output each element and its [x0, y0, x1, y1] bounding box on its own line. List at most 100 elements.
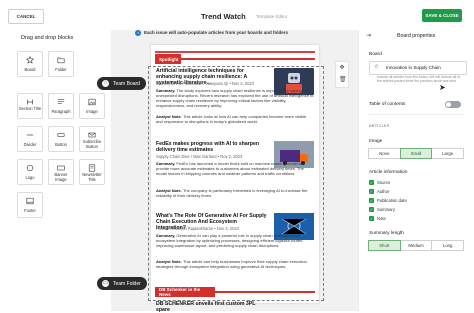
- article-summary: Summary. FedEx has launched a model that…: [156, 161, 304, 177]
- star-icon: [26, 56, 34, 64]
- team-board-chip: ☆ Team Board: [97, 77, 146, 90]
- checkbox-source[interactable]: ✓ Source: [369, 179, 390, 186]
- auto-populate-notice: Each issue will auto-populate articles f…: [144, 30, 289, 35]
- block-label: Footer: [24, 208, 36, 213]
- block-button[interactable]: Button: [48, 126, 74, 152]
- article-card[interactable]: FedEx makes progress with AI to sharpen …: [156, 141, 314, 211]
- article-card[interactable]: What's The Role Of Generative AI For Sup…: [156, 213, 314, 283]
- blocks-panel: Drag and drop blocks Board Folder Sectio…: [0, 30, 112, 311]
- summary-length-label: Summary length: [369, 231, 404, 236]
- block-paragraph[interactable]: Paragraph: [48, 93, 74, 119]
- article-summary: Summary. The study explores how supply c…: [156, 88, 314, 109]
- editor-canvas: i Each issue will auto-populate articles…: [111, 30, 358, 313]
- block-board[interactable]: Board: [17, 51, 43, 77]
- block-section-title[interactable]: Section Title: [17, 93, 43, 119]
- block-label: Divider: [23, 142, 37, 147]
- newsletter-document: Spotlight Artificial intelligence techni…: [150, 44, 320, 313]
- top-divider: [155, 51, 315, 53]
- team-folder-chip: ▭ Team Folder: [97, 277, 147, 290]
- page-title: Trend Watch: [201, 12, 246, 21]
- cancel-button[interactable]: CANCEL: [8, 9, 44, 24]
- articles-section-label: ARTICLES: [369, 123, 390, 128]
- checkbox-note[interactable]: ✓ Note: [369, 215, 386, 222]
- checkbox-author[interactable]: ✓ Author: [369, 188, 389, 195]
- block-label: Paragraph: [51, 109, 71, 114]
- article-card[interactable]: DB SCHENKER unveils first custom 3PL spa…: [156, 301, 314, 313]
- chip-label: Team Folder: [113, 280, 141, 287]
- block-label: Button: [55, 142, 67, 147]
- blocks-panel-title: Drag and drop blocks: [21, 35, 74, 41]
- image-option-none[interactable]: None: [368, 148, 401, 159]
- block-image[interactable]: Image: [79, 93, 105, 119]
- article-meta: Supply Chain Dive / Max Garland • Nov 2,…: [156, 154, 243, 159]
- image-size-selector: None Small Large: [368, 148, 465, 159]
- image-icon: [88, 98, 96, 106]
- summary-option-medium[interactable]: Medium: [399, 240, 433, 251]
- article-title[interactable]: FedEx makes progress with AI to sharpen …: [156, 141, 268, 153]
- block-label: Banner Image: [54, 172, 68, 182]
- board-label: Board: [369, 52, 382, 57]
- checkbox-summary[interactable]: ✓ Summary: [369, 206, 395, 213]
- image-option-small[interactable]: Small: [399, 148, 433, 159]
- summary-option-long[interactable]: Long: [431, 240, 465, 251]
- info-icon: i: [135, 30, 141, 36]
- footer-icon: [26, 197, 34, 205]
- image-label: Image: [369, 139, 383, 144]
- article-card[interactable]: Artificial intelligence techniques for e…: [156, 68, 314, 143]
- newsletter-icon: [88, 164, 96, 172]
- block-newsletter-title[interactable]: Newsletter Title: [79, 159, 105, 185]
- block-label: Board: [24, 67, 36, 72]
- heading-icon: [27, 99, 33, 105]
- trash-icon[interactable]: 🗑: [339, 77, 347, 83]
- section-divider: [181, 58, 315, 60]
- block-label: Section Title: [18, 106, 42, 111]
- article-note: Analyst Note. This article can help busi…: [156, 259, 307, 270]
- properties-header: ⇥ Board properties: [359, 30, 474, 42]
- board-select[interactable]: ☆ Innovation in Supply Chain: [369, 61, 467, 75]
- block-footer[interactable]: Footer: [17, 192, 43, 218]
- summary-length-selector: Short Medium Long: [368, 240, 465, 251]
- image-option-large[interactable]: Large: [431, 148, 465, 159]
- block-label: Newsletter Title: [82, 172, 102, 182]
- article-summary: Summary. Generative AI can play a powerf…: [156, 233, 304, 249]
- banner-icon: [57, 165, 65, 171]
- save-and-close-button[interactable]: SAVE & CLOSE: [422, 9, 462, 22]
- block-subscribe-button[interactable]: Subscribe Button: [79, 126, 105, 152]
- drag-handle-icon[interactable]: ✥: [339, 65, 345, 71]
- block-folder[interactable]: Folder: [48, 51, 74, 77]
- article-meta: Forbes / Mahesh Rajasekharan • Nov 3, 20…: [156, 226, 239, 231]
- toc-label: Table of contents: [369, 102, 406, 107]
- block-label: Subscribe Button: [82, 139, 102, 149]
- article-title[interactable]: DB SCHENKER unveils first custom 3PL spa…: [156, 301, 268, 313]
- checkbox-publication-date[interactable]: ✓ Publication date: [369, 197, 407, 204]
- section-divider: [215, 291, 315, 293]
- block-logo[interactable]: Logo: [17, 159, 43, 185]
- board-help-text: Include all articles from this board. We…: [377, 75, 460, 84]
- logo-icon: [26, 164, 34, 172]
- summary-option-short[interactable]: Short: [368, 240, 401, 251]
- top-bar: CANCEL Trend Watch Template Editor SAVE …: [0, 0, 474, 31]
- block-banner-image[interactable]: Banner Image: [48, 159, 74, 185]
- properties-panel: ⇥ Board properties Board ☆ Innovation in…: [358, 30, 474, 311]
- article-info-label: Article information: [369, 170, 408, 175]
- subscribe-icon: [88, 132, 96, 138]
- divider-icon: [26, 134, 34, 136]
- article-meta: ScienceDirect Publication / Xiaoyuan Qi …: [156, 81, 254, 86]
- block-label: Image: [86, 109, 98, 114]
- block-label: Folder: [55, 67, 67, 72]
- button-icon: [57, 133, 65, 137]
- page-subtitle: Template Editor: [256, 14, 288, 19]
- toc-toggle[interactable]: [445, 101, 461, 108]
- collapse-icon[interactable]: ⇥: [366, 32, 371, 39]
- block-divider[interactable]: Divider: [17, 126, 43, 152]
- properties-title: Board properties: [397, 33, 436, 39]
- folder-icon: ▭: [102, 280, 109, 287]
- star-icon: ☆: [102, 80, 109, 87]
- folder-icon: [57, 57, 65, 64]
- board-select-value: Innovation in Supply Chain: [386, 65, 441, 70]
- article-note: Analyst Note. This article looks at how …: [156, 114, 307, 125]
- news-section-tag: DB Schenker in the News: [155, 287, 215, 297]
- block-actions: ✥ 🗑: [335, 61, 349, 88]
- block-label: Logo: [25, 175, 35, 180]
- star-icon: ☆: [374, 64, 379, 70]
